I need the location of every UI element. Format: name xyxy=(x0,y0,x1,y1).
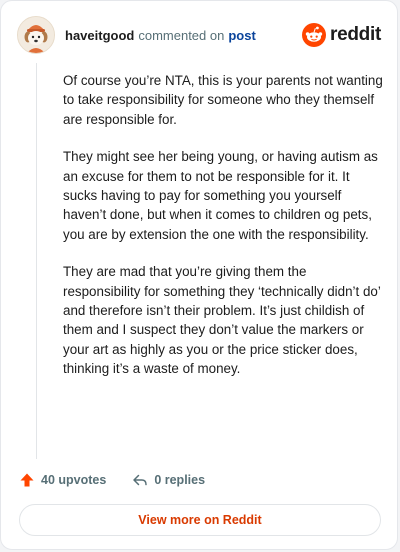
thread-line xyxy=(36,63,37,459)
reddit-snoo-icon xyxy=(302,23,327,47)
action-text: commented on xyxy=(138,27,225,43)
post-link[interactable]: post xyxy=(228,28,255,43)
upvote-count: 40 upvotes xyxy=(41,473,107,487)
comment-body: Of course you’re NTA, this is your paren… xyxy=(63,71,385,397)
comment-embed-card: haveitgood commented on post reddit Of c… xyxy=(0,0,398,550)
comment-paragraph: They might see her being young, or havin… xyxy=(63,149,378,242)
reply-button[interactable]: 0 replies xyxy=(132,472,205,488)
comment-meta: haveitgood commented on post xyxy=(65,28,256,43)
view-more-button[interactable]: View more on Reddit xyxy=(19,504,381,536)
reddit-logo[interactable]: reddit xyxy=(302,23,381,47)
avatar[interactable] xyxy=(17,16,55,54)
username-link[interactable]: haveitgood xyxy=(65,28,134,43)
comment-actions: 40 upvotes 0 replies xyxy=(19,469,205,491)
reply-count: 0 replies xyxy=(154,473,206,487)
comment-paragraph: They are mad that you’re giving them the… xyxy=(63,264,381,377)
arrow-up-icon xyxy=(20,473,34,487)
reply-arrow-icon xyxy=(133,474,148,486)
brand-name: reddit xyxy=(330,24,381,45)
comment-paragraph: Of course you’re NTA, this is your paren… xyxy=(63,73,383,127)
upvote-button[interactable]: 40 upvotes xyxy=(19,472,106,488)
dog-avatar-icon xyxy=(18,17,54,53)
comment-header: haveitgood commented on post reddit xyxy=(17,15,381,55)
